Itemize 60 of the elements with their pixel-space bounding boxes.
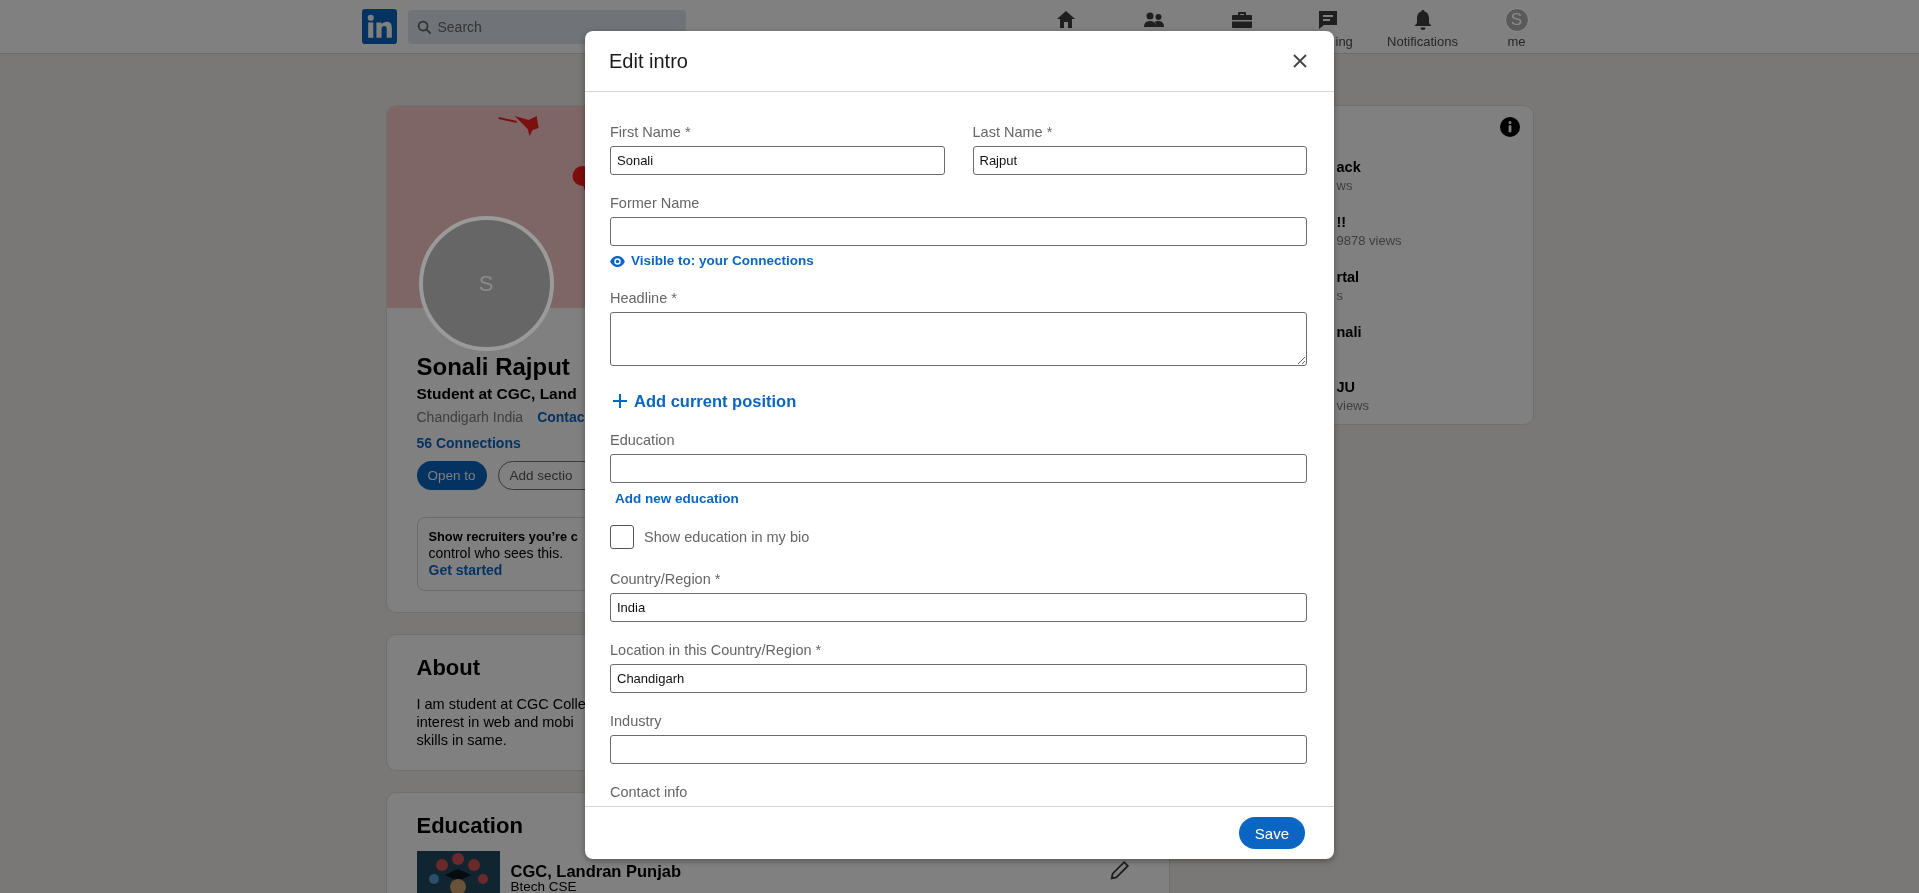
checkbox-label: Show education in my bio [644, 529, 810, 545]
degree-text: Btech CSE [510, 880, 578, 893]
field-label: Education [610, 431, 676, 450]
edit-icon[interactable] [1108, 859, 1131, 881]
input-field[interactable] [610, 735, 1307, 764]
nav-label: ing [1335, 34, 1353, 50]
nav-item[interactable]: ing [1285, 0, 1370, 53]
checkbox[interactable] [610, 525, 634, 549]
nav-item[interactable]: Notifications [1369, 0, 1476, 53]
article-title[interactable]: JU [1336, 378, 1356, 397]
field-label: Country/Region * [610, 570, 722, 589]
nav-label: Notifications [1387, 34, 1458, 50]
field-label: First Name * [610, 123, 692, 142]
input-field[interactable]: Chandigarh [610, 664, 1307, 693]
profile-headline: Student at CGC, Land [416, 384, 577, 404]
article-title[interactable]: rtal [1336, 268, 1360, 287]
eye-icon [610, 255, 625, 267]
open-to-button[interactable]: Open to [416, 461, 487, 490]
recruiter-title: Show recruiters you’re c [428, 528, 578, 545]
search-icon [416, 19, 432, 35]
article-title[interactable]: ack [1336, 158, 1361, 177]
views-count: views [1336, 397, 1369, 415]
dialog-title: Edit intro [609, 49, 688, 74]
input-field[interactable] [610, 454, 1307, 483]
field-label: Contact info [610, 783, 689, 802]
input-field[interactable]: India [610, 593, 1307, 622]
add-education-link[interactable]: Add new education [615, 491, 739, 506]
input-field[interactable]: Sonali [610, 146, 945, 175]
views-count: ws [1336, 177, 1353, 195]
about-text: interest in web and mobi [416, 713, 574, 731]
section-title: Education [416, 813, 523, 839]
input-field[interactable]: Rajput [972, 146, 1307, 175]
views-count: 9878 views [1336, 232, 1402, 250]
field-label: Headline * [610, 289, 678, 308]
field-label: Industry [610, 712, 663, 731]
connections-link[interactable]: 56 Connections [416, 434, 521, 452]
location-text: Chandigarh India [416, 408, 524, 426]
section-title: About [416, 655, 481, 681]
add-position-link[interactable]: Add current position [634, 391, 797, 411]
recruiter-text: control who sees this. [428, 545, 564, 562]
info-icon[interactable] [1499, 117, 1520, 137]
field-label: Former Name [610, 194, 701, 213]
text-area[interactable] [610, 312, 1307, 366]
save-button[interactable]: Save [1238, 817, 1305, 849]
visibility-link[interactable]: Visible to: your Connections [631, 252, 814, 270]
about-text: skills in same. [416, 731, 507, 749]
school-name: CGC, Landran Punjab [510, 862, 681, 880]
nav-label: me [1507, 34, 1526, 50]
field-label: Location in this Country/Region * [610, 641, 823, 660]
logo-icon[interactable] [361, 9, 397, 44]
plus-icon [613, 394, 627, 408]
contact-info-link[interactable]: Contac [537, 408, 585, 426]
article-title[interactable]: nali [1336, 323, 1362, 342]
about-text: I am student at CGC Colle [416, 695, 586, 713]
input-field[interactable] [610, 217, 1307, 246]
field-label: Last Name * [972, 123, 1054, 142]
profile-name: Sonali Rajput [416, 352, 570, 382]
get-started-link[interactable]: Get started [428, 562, 503, 579]
views-count: s [1336, 287, 1343, 305]
article-title[interactable]: !! [1336, 213, 1347, 232]
